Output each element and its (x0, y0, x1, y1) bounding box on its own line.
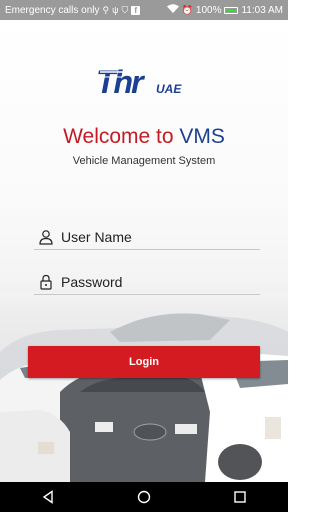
wifi-icon (166, 4, 179, 16)
usb-icon: ⚲ (102, 4, 110, 15)
welcome-prefix: Welcome to (63, 125, 180, 148)
battery-icon (224, 6, 239, 14)
back-icon (42, 490, 53, 504)
username-input[interactable] (61, 229, 251, 245)
navigation-bar (0, 482, 288, 512)
home-button[interactable] (124, 482, 164, 512)
status-bar: Emergency calls only ⚲ ψ ⛉ f ⏰ 100% 11:0… (0, 0, 288, 20)
logo-main-text: Thr (96, 64, 145, 100)
password-input[interactable] (61, 274, 251, 290)
clock: 11:03 AM (241, 4, 283, 16)
battery-percent: 100% (195, 4, 222, 16)
recents-icon (234, 491, 246, 503)
password-field[interactable] (34, 270, 260, 295)
logo-sub-text: UAE (156, 82, 182, 96)
shield-icon: ⛉ (121, 4, 129, 15)
username-field[interactable] (34, 225, 260, 250)
parked-cars-background (0, 292, 288, 482)
login-button[interactable]: Login (28, 346, 260, 378)
status-left: Emergency calls only ⚲ ψ ⛉ f (5, 4, 141, 16)
back-button[interactable] (28, 482, 68, 512)
user-icon (39, 230, 53, 245)
home-icon (137, 490, 151, 504)
thr-uae-logo: Thr UAE (96, 62, 196, 102)
carrier-text: Emergency calls only (5, 4, 100, 16)
status-right: ⏰ 100% 11:03 AM (166, 4, 283, 16)
login-screen: Thr UAE Welcome to VMS Vehicle Managemen… (0, 20, 288, 482)
facebook-icon: f (131, 5, 141, 15)
recents-button[interactable] (220, 482, 260, 512)
lock-icon (40, 274, 52, 290)
alarm-icon: ⏰ (181, 4, 193, 15)
welcome-vms: VMS (179, 125, 225, 148)
usb-icon: ψ (112, 4, 119, 15)
subtitle: Vehicle Management System (72, 155, 216, 167)
welcome-title: Welcome to VMS (0, 125, 288, 149)
